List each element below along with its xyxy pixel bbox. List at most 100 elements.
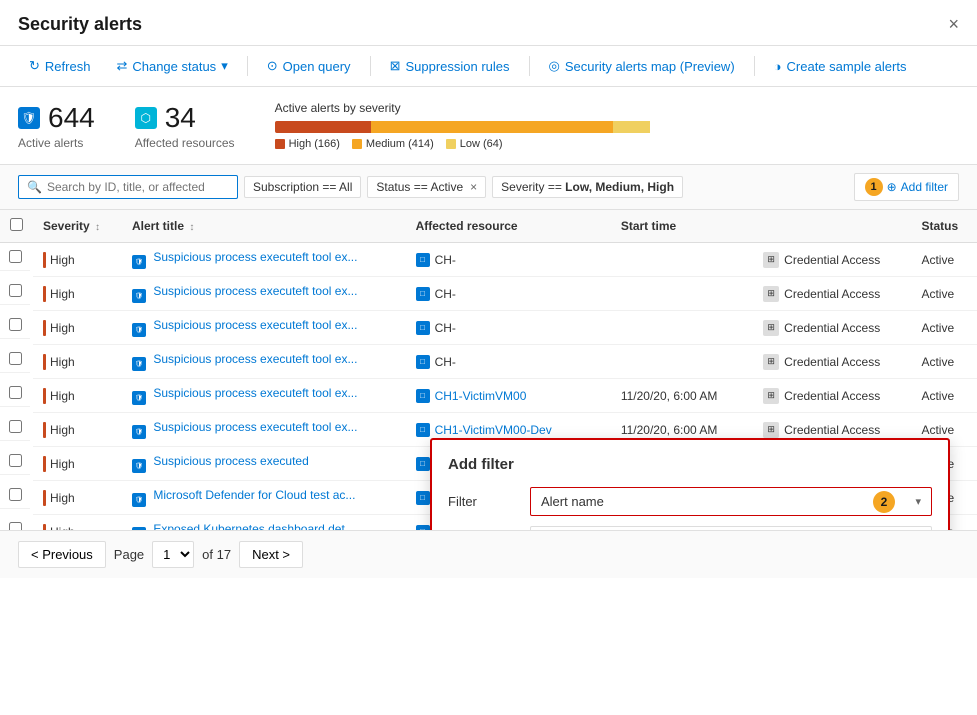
alert-title-link[interactable]: Suspicious process executed [153, 454, 308, 468]
alert-title-link[interactable]: Suspicious process executeft tool ex... [153, 386, 357, 400]
search-icon: 🔍 [27, 180, 42, 194]
table-row[interactable]: High 🛡 Suspicious process executeft tool… [0, 379, 977, 413]
severity-high-bar [275, 121, 372, 133]
resource-cell[interactable]: □CH- [406, 277, 611, 311]
row-checkbox-cell [0, 243, 30, 271]
alert-title-cell[interactable]: 🛡 Suspicious process executeft tool ex..… [122, 243, 406, 277]
col-alert-title[interactable]: Alert title ↕ [122, 210, 406, 243]
sort-icon-title: ↕ [189, 222, 194, 233]
severity-text: High [50, 423, 75, 437]
alert-title-cell[interactable]: 🛡 Suspicious process executed [122, 447, 406, 481]
filter-bar: 🔍 Subscription == All Status == Active ×… [0, 165, 977, 210]
shield-icon: 🛡 [18, 107, 40, 129]
alert-title-link[interactable]: Exposed Kubernetes dashboard det... [153, 522, 354, 530]
col-checkbox [0, 210, 33, 243]
row-checkbox-cell [0, 413, 30, 441]
tactic-text: Credential Access [784, 389, 880, 403]
severity-bar-indicator [43, 252, 46, 268]
resource-cell[interactable]: □CH- [406, 243, 611, 277]
alert-title-link[interactable]: Suspicious process executeft tool ex... [153, 250, 357, 264]
resource-cell[interactable]: □CH- [406, 311, 611, 345]
resource-link[interactable]: CH1-VictimVM00 [435, 389, 527, 403]
alert-title-cell[interactable]: 🛡 Suspicious process executeft tool ex..… [122, 345, 406, 379]
resource-cell[interactable]: □CH1-VictimVM00 [406, 379, 611, 413]
legend-low: Low (64) [446, 138, 503, 150]
filter-row: Filter Alert name 2 ▾ [448, 487, 932, 516]
col-start-time[interactable]: Start time [611, 210, 753, 243]
operator-select[interactable]: == ▾ [530, 526, 932, 530]
alert-title-link[interactable]: Suspicious process executeft tool ex... [153, 420, 357, 434]
refresh-button[interactable]: ↻ Refresh [18, 52, 101, 80]
severity-bar-indicator [43, 456, 46, 472]
alert-title-cell[interactable]: 🛡 Suspicious process executeft tool ex..… [122, 277, 406, 311]
vm-icon: □ [416, 525, 430, 531]
vm-icon: □ [416, 423, 430, 437]
add-filter-button[interactable]: 1 ⊕ Add filter [854, 173, 959, 201]
alert-title-link[interactable]: Microsoft Defender for Cloud test ac... [153, 488, 355, 502]
change-status-button[interactable]: ⇄ Change status ▾ [105, 52, 238, 80]
row-checkbox-cell [0, 379, 30, 407]
col-affected-resource[interactable]: Affected resource [406, 210, 611, 243]
status-filter-close-icon[interactable]: × [470, 180, 477, 194]
row-checkbox[interactable] [9, 284, 22, 297]
row-checkbox[interactable] [9, 522, 22, 531]
table-row[interactable]: High 🛡 Suspicious process executeft tool… [0, 311, 977, 345]
alert-shield-icon: 🛡 [132, 527, 146, 530]
alert-title-link[interactable]: Suspicious process executeft tool ex... [153, 318, 357, 332]
of-label: of 17 [202, 547, 231, 562]
severity-text: High [50, 253, 75, 267]
status-cell: Active [911, 277, 977, 311]
tactic-text: Credential Access [784, 423, 880, 437]
subscription-filter-tag[interactable]: Subscription == All [244, 176, 361, 198]
resource-link[interactable]: CH1-VictimVM00-Dev [435, 423, 552, 437]
next-button[interactable]: Next > [239, 541, 303, 568]
alert-title-link[interactable]: Suspicious process executeft tool ex... [153, 284, 357, 298]
active-alerts-stat: 🛡 644 Active alerts [18, 102, 95, 150]
col-severity[interactable]: Severity ↕ [33, 210, 122, 243]
table-row[interactable]: High 🛡 Suspicious process executeft tool… [0, 277, 977, 311]
resource-cell[interactable]: □CH- [406, 345, 611, 379]
alert-title-cell[interactable]: 🛡 Microsoft Defender for Cloud test ac..… [122, 481, 406, 515]
security-alerts-map-button[interactable]: ◎ Security alerts map (Preview) [538, 52, 746, 80]
refresh-icon: ↻ [29, 58, 40, 74]
alert-shield-icon: 🛡 [132, 323, 146, 337]
alert-title-cell[interactable]: 🛡 Exposed Kubernetes dashboard det... [122, 515, 406, 531]
change-status-icon: ⇄ [116, 58, 127, 74]
row-checkbox[interactable] [9, 250, 22, 263]
row-checkbox[interactable] [9, 352, 22, 365]
severity-bar-indicator [43, 354, 46, 370]
severity-filter-tag[interactable]: Severity == Low, Medium, High [492, 176, 683, 198]
row-checkbox[interactable] [9, 386, 22, 399]
tactic-icon: ⊞ [763, 286, 779, 302]
filter-select[interactable]: Alert name 2 ▾ [530, 487, 932, 516]
time-cell [611, 345, 753, 379]
status-filter-tag[interactable]: Status == Active × [367, 176, 486, 198]
alert-title-cell[interactable]: 🛡 Suspicious process executeft tool ex..… [122, 311, 406, 345]
alert-title-cell[interactable]: 🛡 Suspicious process executeft tool ex..… [122, 413, 406, 447]
create-sample-alerts-button[interactable]: ◑ Create sample alerts [763, 53, 918, 80]
open-query-button[interactable]: ⊙ Open query [256, 52, 362, 80]
search-box[interactable]: 🔍 [18, 175, 238, 199]
page-select[interactable]: 1 [152, 541, 194, 568]
vm-icon: □ [416, 321, 430, 335]
title-bar: Security alerts × [0, 0, 977, 46]
sample-icon: ◑ [774, 59, 782, 74]
row-checkbox[interactable] [9, 488, 22, 501]
alert-title-cell[interactable]: 🛡 Suspicious process executeft tool ex..… [122, 379, 406, 413]
table-row[interactable]: High 🛡 Suspicious process executeft tool… [0, 243, 977, 277]
tactic-cell: ⊞ Credential Access [753, 243, 911, 277]
legend-medium: Medium (414) [352, 138, 434, 150]
close-button[interactable]: × [948, 14, 959, 35]
vm-icon: □ [416, 253, 430, 267]
row-checkbox[interactable] [9, 318, 22, 331]
table-row[interactable]: High 🛡 Suspicious process executeft tool… [0, 345, 977, 379]
alert-title-link[interactable]: Suspicious process executeft tool ex... [153, 352, 357, 366]
previous-button[interactable]: < Previous [18, 541, 106, 568]
toolbar-divider-4 [754, 56, 755, 76]
suppression-rules-button[interactable]: ⊠ Suppression rules [379, 52, 521, 80]
row-checkbox[interactable] [9, 420, 22, 433]
search-input[interactable] [47, 180, 207, 194]
chevron-icon: ▾ [915, 495, 921, 508]
row-checkbox[interactable] [9, 454, 22, 467]
select-all-checkbox[interactable] [10, 218, 23, 231]
